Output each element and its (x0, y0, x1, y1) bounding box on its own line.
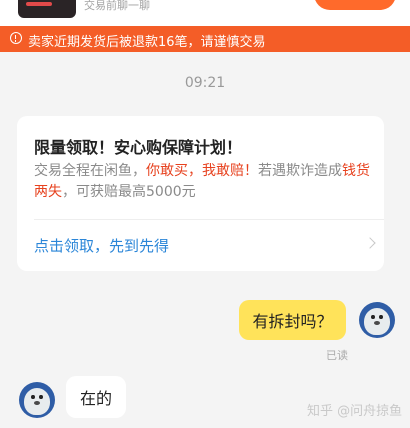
thumbnail-accent (26, 2, 52, 6)
promo-body-part: ，可获赔最高5000元 (62, 184, 196, 200)
promo-title: 限量领取！安心购保障计划！ (34, 138, 243, 157)
warning-text: 卖家近期发货后被退款16笔，请谨慎交易 (28, 35, 266, 50)
chevron-right-icon[interactable] (364, 237, 376, 249)
risk-warning-banner: 卖家近期发货后被退款16笔，请谨慎交易 (0, 26, 410, 52)
seller-avatar[interactable] (19, 382, 55, 418)
header-action-button[interactable] (314, 0, 396, 10)
warning-icon (10, 32, 22, 44)
my-message-bubble[interactable]: 有拆封吗？ (239, 300, 346, 340)
claim-link[interactable]: 点击领取，先到先得 (34, 235, 169, 256)
header-subtitle: 交易前聊一聊 (84, 0, 150, 12)
avatar-nose (374, 321, 380, 325)
read-receipt: 已读 (326, 349, 348, 362)
promo-body: 交易全程在闲鱼，你敢买，我敢赔！若遇欺诈造成钱货两失，可获赔最高5000元 (34, 161, 376, 203)
product-header[interactable]: 交易前聊一聊 (0, 0, 410, 26)
avatar-eye (31, 395, 35, 399)
promo-card[interactable]: 限量领取！安心购保障计划！ 交易全程在闲鱼，你敢买，我敢赔！若遇欺诈造成钱货两失… (17, 116, 384, 271)
message-timestamp: 09:21 (184, 75, 226, 91)
promo-body-part: 交易全程在闲鱼， (34, 163, 146, 179)
promo-body-highlight: 你敢买，我敢赔！ (146, 163, 258, 179)
promo-divider (34, 219, 384, 220)
avatar-nose (34, 401, 40, 405)
promo-body-part: 若遇欺诈造成 (258, 163, 342, 179)
product-thumbnail[interactable] (18, 0, 76, 18)
seller-message-bubble[interactable]: 在的 (66, 376, 126, 418)
avatar-eye (379, 315, 383, 319)
watermark-text: 知乎 @问舟掠鱼 (307, 404, 403, 419)
avatar-eye (371, 315, 375, 319)
avatar-eye (39, 395, 43, 399)
my-avatar[interactable] (359, 302, 395, 338)
